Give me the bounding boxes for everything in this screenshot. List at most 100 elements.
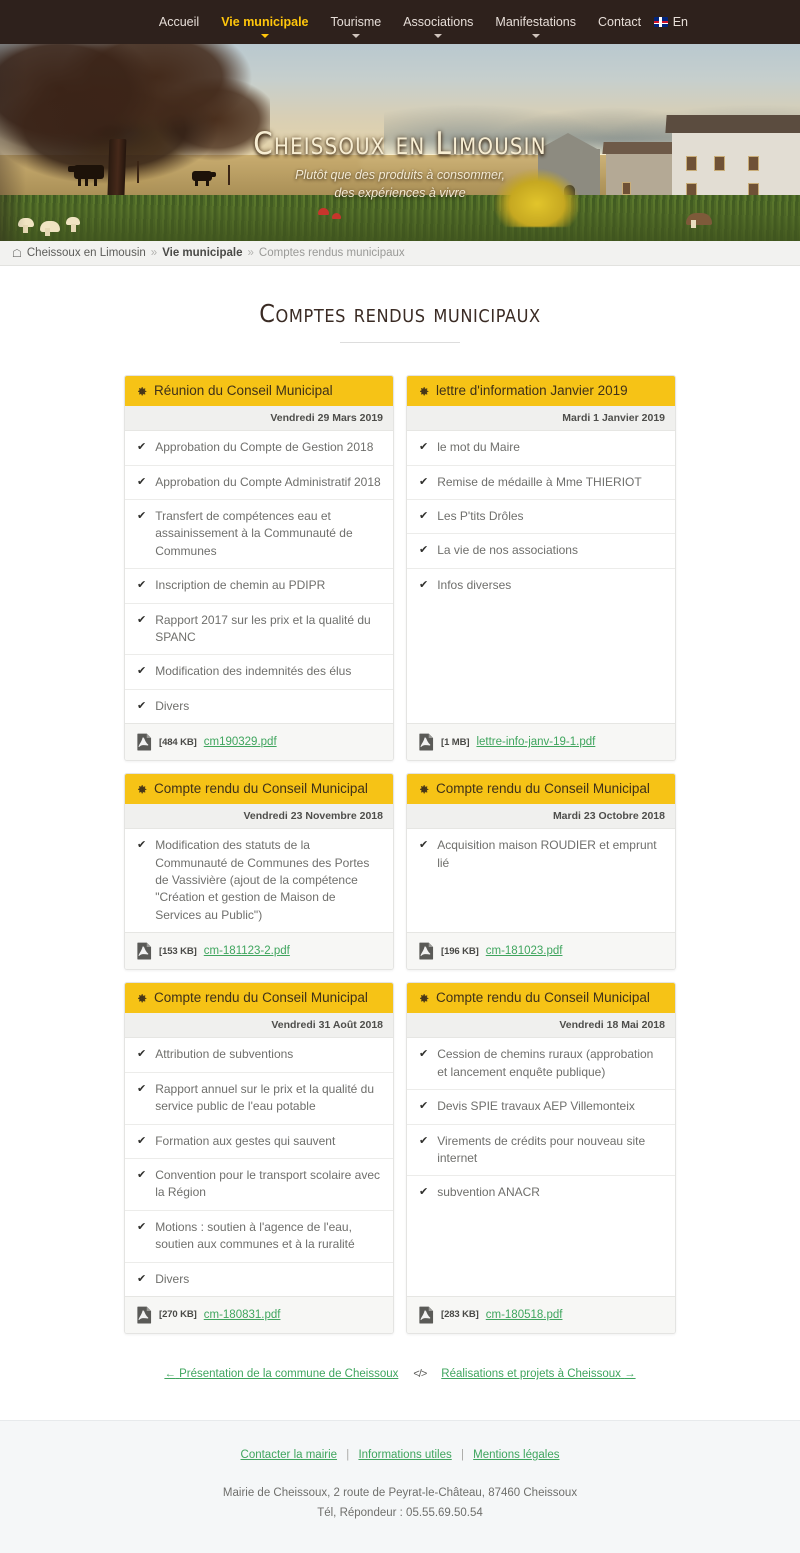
nav-item-contact[interactable]: Contact — [587, 0, 652, 44]
hero-title: Cheissoux en Limousin — [253, 126, 547, 162]
hero-subtitle: Plutôt que des produits à consommer, des… — [0, 166, 800, 202]
card-title: Compte rendu du Conseil Municipal — [436, 990, 650, 1006]
minutes-card: Compte rendu du Conseil Municipal Vendred… — [124, 773, 394, 971]
agenda-item: ✔ Cession de chemins ruraux (approbation … — [407, 1038, 675, 1091]
file-size-label: [196 KB] — [441, 945, 479, 957]
check-icon: ✔ — [137, 1048, 147, 1061]
card-title: Compte rendu du Conseil Municipal — [154, 781, 368, 797]
language-label: En — [672, 15, 688, 29]
card-date: Mardi 23 Octobre 2018 — [407, 804, 675, 830]
agenda-item-label: Virements de crédits pour nouveau site i… — [437, 1133, 646, 1165]
card-date: Mardi 1 Janvier 2019 — [407, 406, 675, 432]
check-icon: ✔ — [137, 613, 147, 626]
pdf-download-link[interactable]: cm-181023.pdf — [486, 945, 563, 957]
footer-link-mentions-legales[interactable]: Mentions légales — [473, 1449, 559, 1461]
agenda-item-label: Modification des indemnités des élus — [155, 664, 352, 679]
next-page-link[interactable]: Réalisations et projets à Cheissoux → — [441, 1368, 635, 1380]
agenda-item: ✔ Virements de crédits pour nouveau site … — [407, 1125, 675, 1177]
card-filler — [407, 906, 675, 932]
card-header: Compte rendu du Conseil Municipal — [407, 774, 675, 805]
agenda-item-label: Infos diverses — [437, 577, 512, 592]
pdf-download-link[interactable]: cm-180831.pdf — [204, 1309, 281, 1321]
check-icon: ✔ — [137, 1220, 147, 1233]
nav-item-tourisme[interactable]: Tourisme — [320, 0, 393, 44]
card-title: Réunion du Conseil Municipal — [154, 383, 333, 398]
card-agenda-list: ✔ Modification des statuts de la Communau… — [125, 829, 393, 932]
code-icon[interactable]: </> — [413, 1368, 427, 1380]
pdf-icon — [137, 942, 152, 960]
agenda-item: ✔ Divers — [125, 1263, 393, 1296]
nav-item-associations[interactable]: Associations — [392, 0, 484, 44]
pdf-icon — [419, 942, 434, 960]
pdf-download-link[interactable]: cm190329.pdf — [204, 736, 277, 748]
agenda-item-label: Approbation du Compte Administratif 2018 — [155, 474, 381, 489]
card-footer: [196 KB] cm-181023.pdf — [407, 932, 675, 970]
check-icon: ✔ — [419, 441, 429, 454]
gear-icon — [417, 783, 430, 796]
site-footer: Contacter la mairie | Informations utile… — [0, 1419, 800, 1553]
card-header: Compte rendu du Conseil Municipal — [125, 983, 393, 1014]
card-agenda-list: ✔ Acquisition maison ROUDIER et emprunt l… — [407, 829, 675, 906]
hero-text-block: Cheissoux en Limousin Plutôt que des pro… — [0, 126, 800, 202]
footer-link-informations-utiles[interactable]: Informations utiles — [358, 1449, 451, 1461]
pdf-download-link[interactable]: cm-181123-2.pdf — [204, 945, 290, 957]
pdf-icon — [419, 733, 434, 751]
card-date: Vendredi 31 Août 2018 — [125, 1013, 393, 1039]
check-icon: ✔ — [137, 699, 147, 712]
footer-address-block: Mairie de Cheissoux, 2 route de Peyrat-l… — [0, 1483, 800, 1523]
card-agenda-list: ✔ Cession de chemins ruraux (approbation … — [407, 1038, 675, 1252]
agenda-item: ✔ Les P'tits Drôles — [407, 500, 675, 535]
nav-item-vie-municipale[interactable]: Vie municipale — [210, 0, 319, 44]
hero-subtitle-line1: Plutôt que des produits à consommer, — [295, 168, 505, 182]
pdf-icon — [419, 1306, 434, 1324]
nav-item-accueil[interactable]: Accueil — [148, 0, 210, 44]
card-header: Réunion du Conseil Municipal — [125, 376, 393, 407]
check-icon: ✔ — [137, 1272, 147, 1285]
agenda-item-label: Divers — [155, 1271, 190, 1286]
minutes-card-grid: Réunion du Conseil Municipal Vendredi 29 … — [0, 343, 800, 1334]
check-icon: ✔ — [137, 839, 147, 852]
pdf-download-link[interactable]: cm-180518.pdf — [486, 1309, 563, 1321]
file-size-label: [270 KB] — [159, 1309, 197, 1321]
file-size-label: [153 KB] — [159, 945, 197, 957]
agenda-item: ✔ Approbation du Compte de Gestion 2018 — [125, 431, 393, 466]
agenda-item: ✔ Remise de médaille à Mme THIERIOT — [407, 466, 675, 500]
card-header: Compte rendu du Conseil Municipal — [407, 983, 675, 1014]
minutes-card: Compte rendu du Conseil Municipal Vendred… — [406, 982, 676, 1334]
breadcrumb-item-current: Comptes rendus municipaux — [258, 247, 405, 259]
check-icon: ✔ — [137, 579, 147, 592]
file-size-label: [283 KB] — [441, 1309, 479, 1321]
nav-item-manifestations[interactable]: Manifestations — [484, 0, 587, 44]
file-size-label: [1 MB] — [441, 736, 470, 748]
home-icon: ☖ — [12, 247, 22, 260]
agenda-item: ✔ Infos diverses — [407, 569, 675, 602]
minutes-card: lettre d'information Janvier 2019 Mardi 1… — [406, 375, 676, 762]
language-switcher[interactable]: En — [653, 0, 688, 44]
agenda-item: ✔ Approbation du Compte Administratif 201… — [125, 466, 393, 500]
card-footer: [153 KB] cm-181123-2.pdf — [125, 932, 393, 970]
agenda-item: ✔ Inscription de chemin au PDIPR — [125, 569, 393, 604]
card-filler — [407, 1253, 675, 1296]
breadcrumb-item-home[interactable]: Cheissoux en Limousin — [27, 247, 146, 259]
check-icon: ✔ — [419, 509, 429, 522]
agenda-item-label: Remise de médaille à Mme THIERIOT — [437, 474, 642, 489]
arrow-right-icon: → — [624, 1367, 636, 1380]
gear-icon — [135, 385, 148, 398]
prev-page-link[interactable]: ← Présentation de la commune de Cheissou… — [164, 1368, 398, 1380]
agenda-item: ✔ Transfert de compétences eau et assaini… — [125, 500, 393, 570]
agenda-item-label: Transfert de compétences eau et assainis… — [155, 508, 353, 558]
breadcrumb-item-vie-municipale[interactable]: Vie municipale — [162, 247, 242, 259]
check-icon: ✔ — [137, 1168, 147, 1181]
page-root: Accueil Vie municipale Tourisme Associat… — [0, 0, 800, 1553]
card-header: lettre d'information Janvier 2019 — [407, 376, 675, 407]
agenda-item: ✔ Convention pour le transport scolaire a… — [125, 1159, 393, 1211]
card-footer: [283 KB] cm-180518.pdf — [407, 1295, 675, 1333]
card-date: Vendredi 29 Mars 2019 — [125, 406, 393, 432]
agenda-item-label: Acquisition maison ROUDIER et emprunt li… — [437, 838, 657, 870]
page-navigation: ← Présentation de la commune de Cheissou… — [0, 1334, 800, 1420]
card-agenda-list: ✔ le mot du Maire ✔ Remise de médaille à Mm… — [407, 431, 675, 662]
footer-link-contacter-la-mairie[interactable]: Contacter la mairie — [241, 1449, 338, 1461]
check-icon: ✔ — [137, 1134, 147, 1147]
agenda-item: ✔ Rapport annuel sur le prix et la qualit… — [125, 1073, 393, 1125]
pdf-download-link[interactable]: lettre-info-janv-19-1.pdf — [476, 736, 595, 748]
